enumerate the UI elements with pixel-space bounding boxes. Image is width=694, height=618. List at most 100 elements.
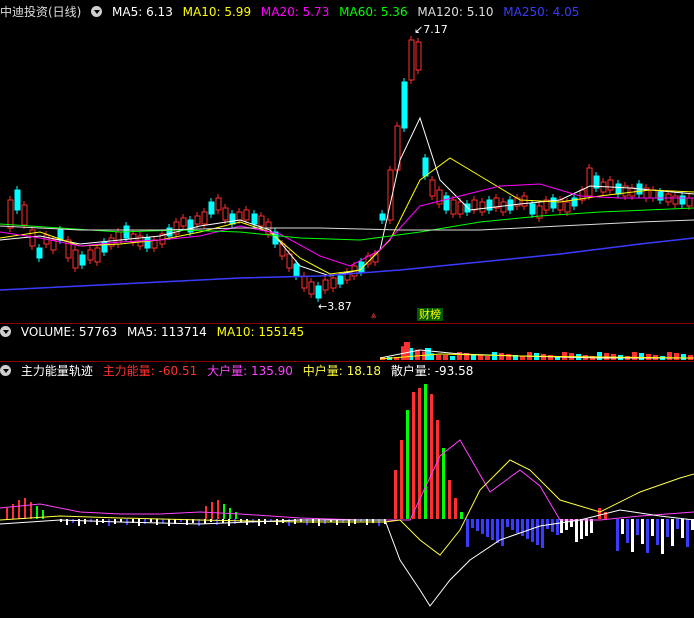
candle-body [36, 247, 43, 259]
candle-body [72, 249, 79, 269]
energy-bar [541, 519, 544, 548]
energy-bar [598, 508, 601, 519]
volume-bar [436, 355, 441, 360]
volume-bar [450, 356, 455, 360]
energy-bar [222, 519, 224, 523]
energy-bar [580, 519, 583, 539]
candle-body [144, 237, 151, 249]
volume-bar [639, 353, 644, 360]
energy-bar [506, 519, 509, 527]
volume-bar [425, 348, 431, 360]
candle-body [87, 249, 94, 261]
volume-bar [492, 352, 497, 360]
candle-body [679, 195, 686, 205]
energy-bar [406, 410, 409, 519]
energy-bar [442, 448, 445, 519]
energy-bar [631, 519, 634, 552]
candle-body [180, 217, 187, 227]
energy-bar [234, 519, 236, 524]
energy-bar [78, 519, 80, 526]
candle-body [471, 199, 478, 211]
energy-bar [651, 519, 654, 536]
energy-bar [436, 420, 439, 519]
retail-line [0, 509, 694, 607]
candle-body [14, 189, 21, 211]
energy-bar [448, 480, 451, 519]
energy-bar [223, 504, 225, 519]
energy-bar [681, 519, 684, 538]
energy-bar [486, 519, 489, 537]
candle-body [429, 179, 436, 197]
candle-body [529, 203, 536, 215]
volume-bar [667, 352, 672, 360]
high-price-label: ↙7.17 [414, 23, 448, 36]
energy-bar [84, 519, 86, 524]
low-price-label: ←3.87 [318, 300, 352, 313]
energy-bar [491, 519, 494, 540]
volume-bar [499, 353, 504, 360]
candle-body [79, 254, 86, 266]
candle-body [479, 201, 486, 213]
energy-bar [636, 519, 639, 535]
volume-bar [485, 356, 490, 360]
energy-bar [676, 519, 679, 529]
energy-bar [24, 498, 26, 519]
energy-bar [144, 519, 146, 524]
candle-body [650, 189, 657, 199]
large-holder-line [0, 439, 694, 521]
candle-body [293, 263, 300, 277]
energy-bar [671, 519, 674, 546]
candle-body [215, 197, 222, 211]
energy-bar [400, 440, 403, 519]
energy-bar [18, 500, 20, 519]
energy-bar [96, 519, 98, 525]
energy-bar [217, 500, 219, 519]
energy-bar [565, 519, 568, 530]
candle-body [301, 275, 308, 289]
candle-body [607, 179, 614, 191]
energy-bar [424, 384, 427, 519]
candle-body [422, 157, 429, 177]
candle-body [672, 195, 679, 205]
energy-bar [661, 519, 664, 554]
candle-body [21, 204, 28, 226]
volume-bar [478, 355, 483, 360]
candle-body [279, 243, 286, 257]
volume-bar [674, 353, 679, 360]
energy-bar [168, 519, 170, 526]
energy-bar [666, 519, 669, 537]
candle-body [500, 201, 507, 213]
candle-body [415, 41, 422, 71]
energy-bar [626, 519, 629, 543]
candle-body [322, 279, 329, 291]
event-marker-icon[interactable]: ⩓ [371, 311, 376, 321]
energy-bar [686, 519, 689, 547]
energy-bar [616, 519, 619, 551]
candle-body [486, 199, 493, 211]
energy-bar [496, 519, 499, 543]
candle-body [657, 191, 664, 201]
volume-bar [506, 354, 511, 360]
candle-body [315, 285, 322, 299]
energy-bar [454, 498, 457, 519]
candle-body [222, 207, 229, 221]
candle-body [258, 215, 265, 227]
ma120-line [0, 219, 694, 231]
candle-body [243, 209, 250, 221]
energy-bar [471, 519, 474, 528]
energy-bar [546, 519, 549, 529]
energy-bar [511, 519, 514, 530]
energy-bar [108, 519, 110, 526]
energy-bar [551, 519, 554, 532]
candle-body [229, 213, 236, 225]
event-tag[interactable]: 财榜 [417, 308, 443, 321]
energy-bar [162, 519, 164, 523]
candle-body [450, 199, 457, 215]
volume-bar [443, 355, 448, 360]
energy-bar [412, 392, 415, 519]
energy-bar [466, 519, 469, 547]
energy-bar [531, 519, 534, 542]
candle-body [330, 277, 337, 289]
energy-bar [641, 519, 644, 544]
energy-bar [476, 519, 479, 531]
